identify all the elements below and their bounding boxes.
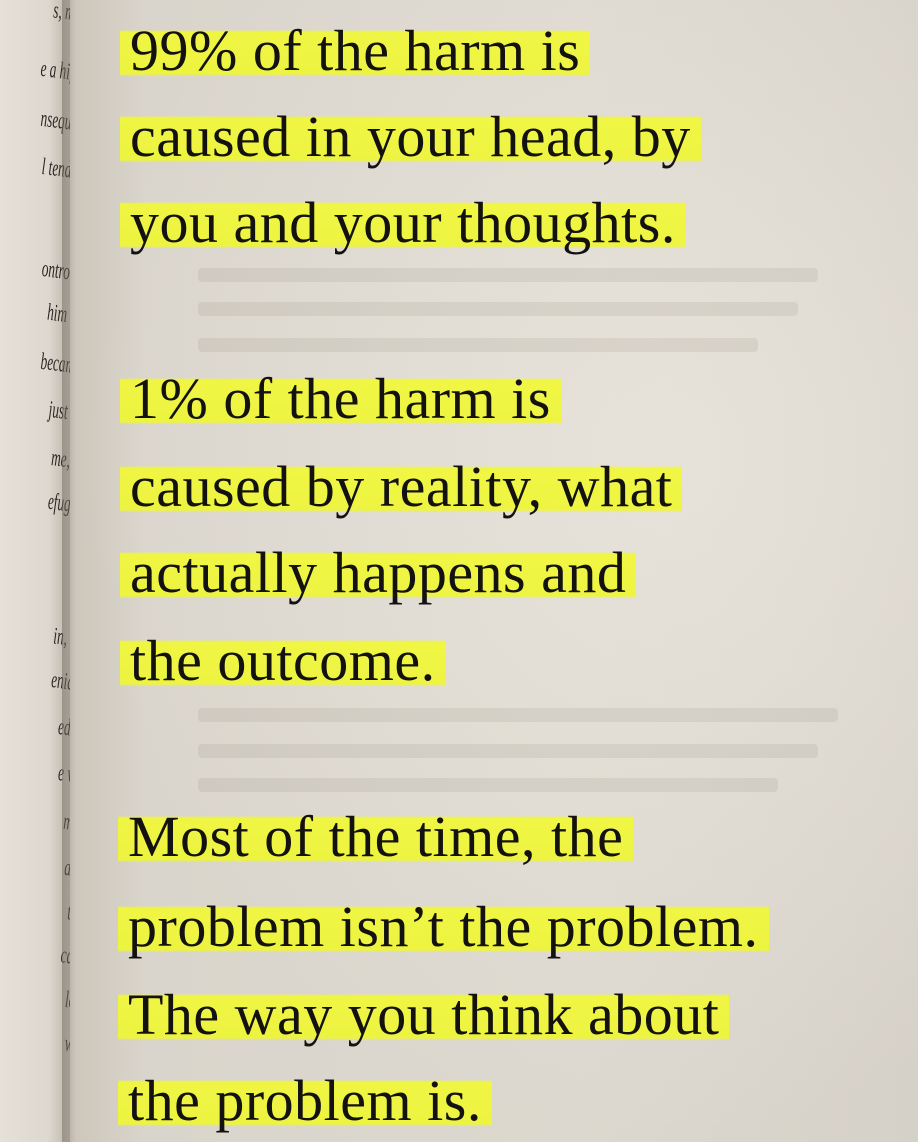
show-through-text <box>198 778 778 792</box>
highlighted-text: caused in your head, by <box>120 104 701 169</box>
highlighted-text: the problem is. <box>118 1068 492 1133</box>
highlighted-line: caused by reality, what <box>120 454 683 519</box>
highlighted-text: the outcome. <box>120 628 446 693</box>
show-through-text <box>198 708 838 722</box>
highlighted-line: the outcome. <box>120 628 446 693</box>
highlighted-text: actually happens and <box>120 540 637 605</box>
highlighted-line: caused in your head, by <box>120 104 701 169</box>
book-photo: s, most e a higher nsequence l tends to … <box>0 0 918 1142</box>
highlighted-text: you and your thoughts. <box>120 190 686 255</box>
highlighted-line: you and your thoughts. <box>120 190 686 255</box>
highlighted-line: problem isn’t the problem. <box>118 894 769 959</box>
highlighted-line: actually happens and <box>120 540 637 605</box>
show-through-text <box>198 302 798 316</box>
show-through-text <box>198 338 758 352</box>
show-through-text <box>198 268 818 282</box>
highlighted-text: caused by reality, what <box>120 454 683 519</box>
left-page: s, most e a higher nsequence l tends to … <box>0 0 70 1142</box>
highlighted-line: 1% of the harm is <box>120 366 561 431</box>
highlighted-text: 99% of the harm is <box>120 18 591 83</box>
highlighted-line: the problem is. <box>118 1068 492 1133</box>
highlighted-text: The way you think about <box>118 982 730 1047</box>
highlighted-text: problem isn’t the problem. <box>118 894 769 959</box>
highlighted-line: Most of the time, the <box>118 804 634 869</box>
highlighted-line: 99% of the harm is <box>120 18 591 83</box>
highlighted-text: Most of the time, the <box>118 804 634 869</box>
highlighted-text: 1% of the harm is <box>120 366 561 431</box>
highlighted-line: The way you think about <box>118 982 730 1047</box>
show-through-text <box>198 744 818 758</box>
